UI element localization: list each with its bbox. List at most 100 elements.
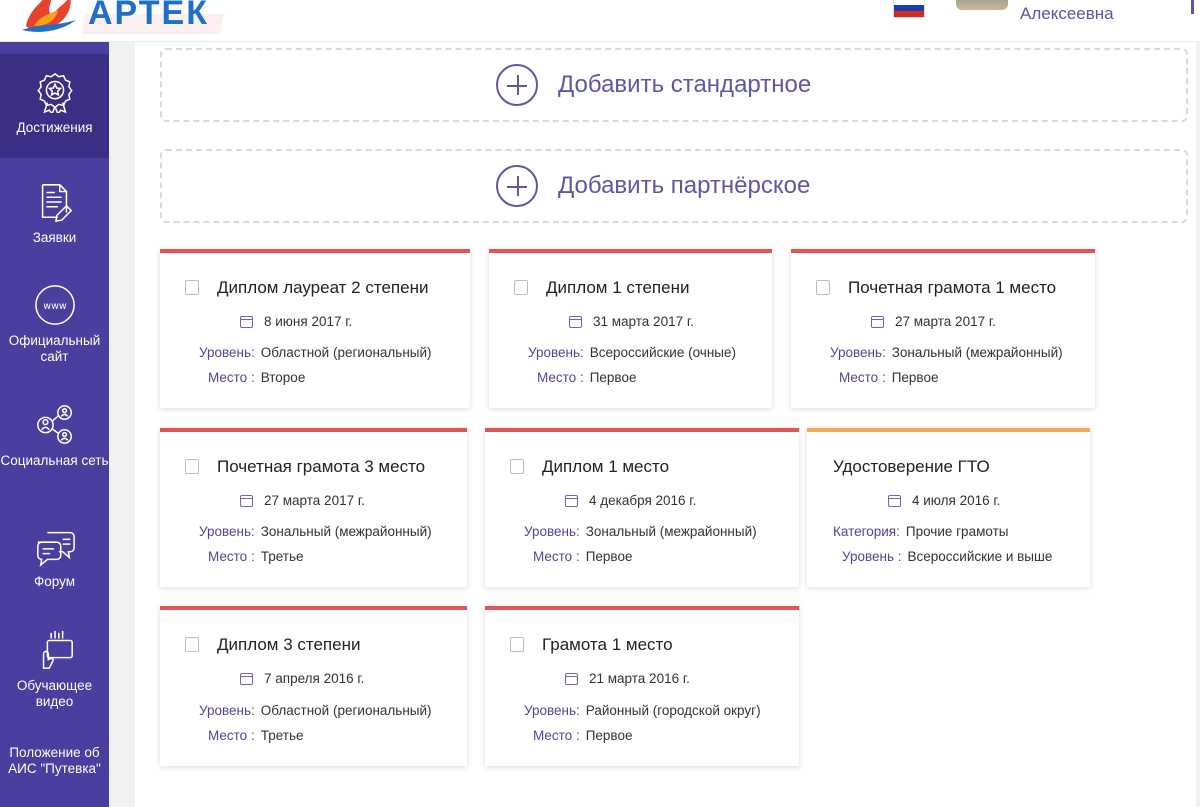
sidebar-item-training-video[interactable]: Обучающее видео — [0, 628, 109, 710]
card-checkbox[interactable] — [816, 280, 830, 295]
achievement-card[interactable]: Удостоверение ГТО 4 июля 2016 г. Категор… — [807, 428, 1090, 587]
add-standard-label: Добавить стандартное — [558, 71, 812, 98]
sidebar-item-official-site[interactable]: www Официальный сайт — [0, 283, 109, 365]
info-value: Районный (городской округ) — [585, 703, 761, 718]
card-checkbox[interactable] — [185, 637, 199, 652]
avatar[interactable] — [956, 0, 1008, 10]
card-info-row: Уровень: Всероссийские (очные) — [528, 345, 736, 360]
card-checkbox[interactable] — [185, 459, 199, 474]
sidebar-item-label: Обучающее видео — [16, 678, 93, 709]
info-value: Зональный (межрайонный) — [585, 524, 757, 539]
sidebar-item-regulation[interactable]: Положение об АИС "Путевка" — [0, 745, 109, 777]
sidebar: Достижения Заявки www Официальный сайт С… — [0, 42, 109, 807]
card-date: 31 марта 2017 г. — [569, 314, 694, 329]
chat-bubbles-icon — [33, 524, 77, 568]
card-info-row: Место : Второе — [208, 370, 305, 385]
card-date: 27 марта 2017 г. — [871, 314, 996, 329]
achievement-card[interactable]: Диплом лауреат 2 степени 8 июня 2017 г. … — [160, 249, 470, 408]
info-value: Первое — [585, 728, 633, 743]
calendar-icon — [565, 494, 578, 507]
achievement-card[interactable]: Диплом 3 степени 7 апреля 2016 г. Уровен… — [160, 606, 467, 766]
info-label: Место : — [208, 728, 255, 743]
card-title: Диплом 3 степени — [217, 635, 361, 654]
info-value: Третье — [260, 728, 304, 743]
achievement-card[interactable]: Почетная грамота 3 место 27 марта 2017 г… — [160, 428, 467, 587]
card-date-value: 8 июня 2017 г. — [264, 314, 353, 329]
sidebar-item-label: Достижения — [16, 120, 93, 135]
card-date: 4 июля 2016 г. — [888, 493, 1000, 508]
info-label: Место : — [537, 370, 584, 385]
sidebar-item-label: Положение об АИС "Путевка" — [8, 745, 101, 776]
medal-icon — [33, 70, 77, 114]
sidebar-item-label: Заявки — [32, 230, 77, 245]
artek-logo[interactable]: АРТЕК — [20, 0, 209, 34]
calendar-icon — [240, 672, 253, 685]
card-info-row: Уровень: Зональный (межрайонный) — [524, 524, 757, 539]
calendar-icon — [240, 494, 253, 507]
card-title: Почетная грамота 3 место — [217, 457, 426, 476]
sidebar-item-achievements[interactable]: Достижения — [0, 54, 109, 158]
achievement-card[interactable]: Диплом 1 степени 31 марта 2017 г. Уровен… — [489, 249, 772, 408]
top-header: АРТЕК Алексеевна — [0, 0, 1200, 42]
card-checkbox[interactable] — [185, 280, 199, 295]
plus-circle-icon — [496, 165, 538, 207]
info-label: Уровень: — [528, 345, 584, 360]
sidebar-item-social-network[interactable]: Социальная сеть — [0, 403, 109, 469]
card-info-row: Уровень : Всероссийские и выше — [842, 549, 1052, 564]
info-label: Место : — [533, 728, 580, 743]
add-partner-button[interactable]: Добавить партнёрское — [160, 149, 1188, 223]
card-title: Диплом лауреат 2 степени — [217, 278, 429, 297]
info-value: Первое — [585, 549, 633, 564]
user-name[interactable]: Алексеевна — [1020, 4, 1114, 24]
info-label: Уровень: — [199, 524, 255, 539]
info-value: Всероссийские (очные) — [589, 345, 736, 360]
card-info-row: Уровень: Зональный (межрайонный) — [830, 345, 1063, 360]
right-gutter — [1196, 42, 1200, 807]
card-date: 27 марта 2017 г. — [240, 493, 365, 508]
sidebar-item-requests[interactable]: Заявки — [0, 180, 109, 246]
sidebar-item-label: Социальная сеть — [0, 453, 109, 468]
info-label: Место : — [839, 370, 886, 385]
card-title: Диплом 1 место — [542, 457, 670, 476]
content-gutter — [109, 42, 135, 807]
www-icon: www — [33, 283, 77, 327]
card-date-value: 27 марта 2017 г. — [895, 314, 996, 329]
info-label: Уровень: — [830, 345, 886, 360]
card-info-row: Уровень: Зональный (межрайонный) — [199, 524, 432, 539]
card-info-row: Уровень: Областной (региональный) — [199, 703, 432, 718]
card-date: 21 марта 2016 г. — [565, 671, 690, 686]
card-title: Грамота 1 место — [542, 635, 673, 654]
card-date-value: 4 декабря 2016 г. — [589, 493, 697, 508]
card-info-row: Категория: Прочие грамоты — [833, 524, 1008, 539]
info-label: Уровень: — [199, 345, 255, 360]
calendar-icon — [888, 494, 901, 507]
add-standard-button[interactable]: Добавить стандартное — [160, 48, 1188, 122]
card-checkbox[interactable] — [510, 459, 524, 474]
card-date: 4 декабря 2016 г. — [565, 493, 696, 508]
svg-text:www: www — [43, 301, 67, 312]
info-label: Место : — [208, 549, 255, 564]
calendar-icon — [569, 315, 582, 328]
users-network-icon — [33, 403, 77, 447]
card-checkbox[interactable] — [514, 280, 528, 295]
document-edit-icon — [33, 180, 77, 224]
card-date: 7 апреля 2016 г. — [240, 671, 364, 686]
info-label: Уровень: — [524, 703, 580, 718]
achievement-card[interactable]: Почетная грамота 1 место 27 марта 2017 г… — [791, 249, 1095, 408]
calendar-icon — [565, 672, 578, 685]
info-value: Зональный (межрайонный) — [891, 345, 1063, 360]
card-info-row: Место : Первое — [839, 370, 938, 385]
card-checkbox[interactable] — [510, 637, 524, 652]
sidebar-item-forum[interactable]: Форум — [0, 524, 109, 590]
card-info-row: Уровень: Районный (городской округ) — [524, 703, 761, 718]
calendar-icon — [871, 315, 884, 328]
info-label: Место : — [533, 549, 580, 564]
russia-flag-icon[interactable] — [893, 0, 925, 18]
achievement-card[interactable]: Диплом 1 место 4 декабря 2016 г. Уровень… — [485, 428, 799, 587]
info-value: Зональный (межрайонный) — [260, 524, 432, 539]
plus-circle-icon — [496, 64, 538, 106]
card-info-row: Место : Третье — [208, 549, 303, 564]
achievement-card[interactable]: Грамота 1 место 21 марта 2016 г. Уровень… — [485, 606, 799, 766]
info-value: Областной (региональный) — [260, 703, 432, 718]
touch-screen-icon — [33, 628, 77, 672]
